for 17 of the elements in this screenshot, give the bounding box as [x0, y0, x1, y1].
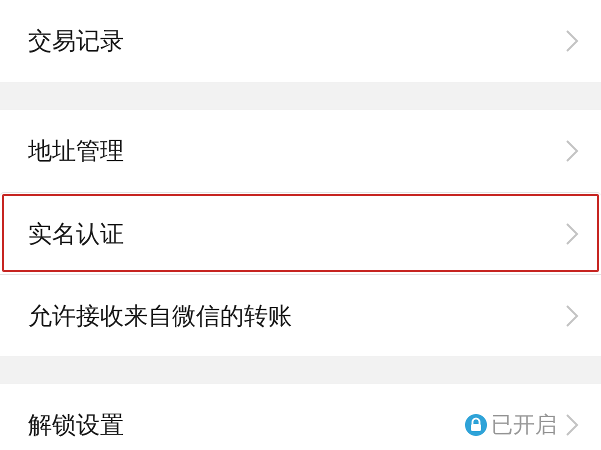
- chevron-right-icon: [565, 413, 579, 437]
- lock-icon: [465, 414, 487, 436]
- settings-row[interactable]: 交易记录: [0, 0, 601, 82]
- row-label: 交易记录: [28, 26, 125, 57]
- row-label: 实名认证: [28, 218, 125, 250]
- chevron-right-icon: [565, 139, 579, 163]
- row-label: 允许接收来自微信的转账: [28, 300, 293, 332]
- row-label: 解锁设置: [28, 410, 125, 441]
- row-label: 地址管理: [28, 136, 125, 167]
- chevron-right-icon: [565, 222, 579, 246]
- settings-row[interactable]: 允许接收来自微信的转账: [0, 274, 601, 356]
- settings-row[interactable]: 地址管理: [0, 110, 601, 192]
- chevron-right-icon: [565, 304, 579, 328]
- settings-row[interactable]: 解锁设置 已开启: [0, 384, 601, 450]
- status-text: 已开启: [491, 412, 557, 440]
- chevron-right-icon: [565, 29, 579, 53]
- settings-row[interactable]: 实名认证: [0, 192, 601, 274]
